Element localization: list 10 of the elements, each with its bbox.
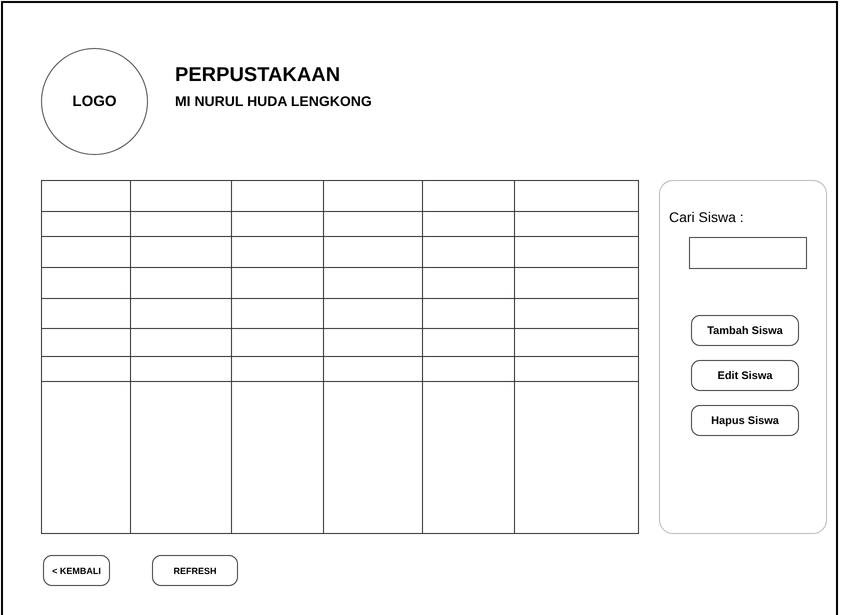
logo-circle: LOGO	[41, 48, 148, 154]
school-name: MI NURUL HUDA LENGKONG	[175, 92, 372, 108]
action-button[interactable]: Edit Siswa	[691, 360, 799, 391]
action-button[interactable]: Tambah Siswa	[691, 315, 799, 346]
action-button[interactable]: Hapus Siswa	[691, 405, 799, 436]
footer-button[interactable]: < KEMBALI	[43, 555, 110, 586]
search-label: Cari Siswa :	[669, 209, 744, 225]
app-title: PERPUSTAKAAN	[175, 64, 342, 86]
search-field[interactable]	[689, 237, 807, 269]
footer-button[interactable]: REFRESH	[152, 555, 238, 586]
